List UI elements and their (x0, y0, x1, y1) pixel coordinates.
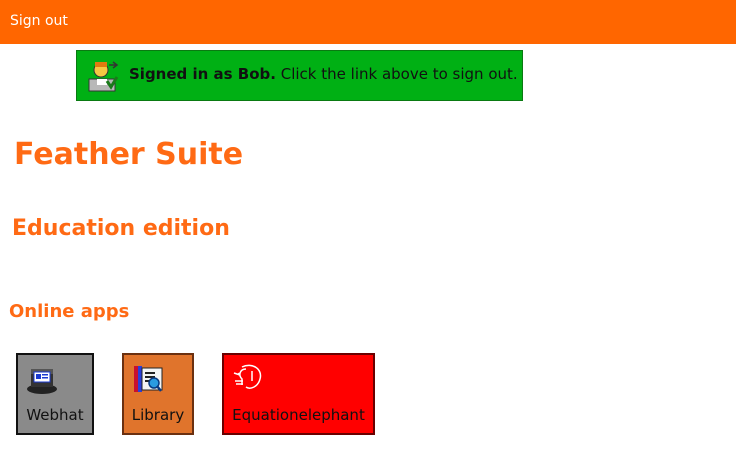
online-apps-heading: Online apps (9, 301, 130, 322)
app-label-equationelephant: Equationelephant (232, 406, 365, 424)
app-label-webhat: Webhat (26, 406, 84, 424)
sign-out-link[interactable]: Sign out (10, 12, 68, 30)
signed-in-banner: Signed in as Bob. Click the link above t… (76, 50, 523, 101)
banner-bold-text: Signed in as Bob. (129, 65, 276, 83)
app-tile-equationelephant[interactable]: Equationelephant (222, 353, 375, 435)
library-icon (134, 366, 163, 392)
page-title: Feather Suite (14, 137, 244, 172)
equationelephant-icon (233, 364, 262, 389)
banner-instruction-text: Click the link above to sign out. (275, 65, 518, 83)
app-tile-webhat[interactable]: Webhat (16, 353, 94, 435)
edition-subtitle: Education edition (12, 216, 230, 241)
banner-message: Signed in as Bob. Click the link above t… (129, 64, 518, 84)
top-bar: Sign out (0, 0, 736, 44)
signed-in-user-icon (88, 61, 119, 92)
webhat-icon (27, 369, 57, 394)
app-label-library: Library (131, 406, 185, 424)
app-tile-library[interactable]: Library (122, 353, 194, 435)
